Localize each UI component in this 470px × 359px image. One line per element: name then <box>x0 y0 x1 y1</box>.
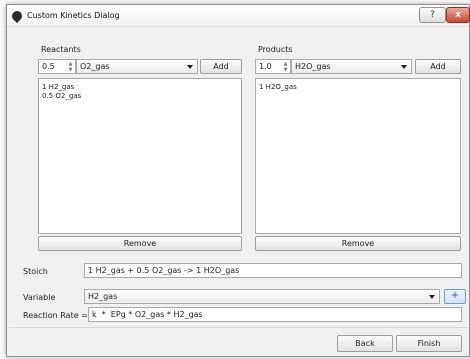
reaction-rate-field[interactable]: k * EPg * O2_gas * H2_gas <box>88 307 462 322</box>
products-heading: Products <box>258 45 293 54</box>
variable-label: Variable <box>23 293 56 302</box>
product-species-dropdown[interactable]: H2O_gas <box>291 59 412 74</box>
products-list[interactable]: 1 H2O_gas <box>255 78 461 234</box>
spin-arrows-icon[interactable]: ▲ ▼ <box>282 61 289 73</box>
spin-arrows-icon[interactable]: ▲ ▼ <box>67 61 74 73</box>
custom-kinetics-dialog: Custom Kinetics Dialog ? x Reactants 0.5… <box>6 4 470 357</box>
remove-product-button[interactable]: Remove <box>255 236 461 251</box>
add-reactant-button[interactable]: Add <box>200 59 242 74</box>
list-item[interactable]: 1 H2_gas <box>42 83 74 92</box>
reactant-species-value: O2_gas <box>80 62 110 71</box>
reaction-rate-label: Reaction Rate = <box>23 311 88 320</box>
stoich-label: Stoich <box>23 267 48 276</box>
reactant-coefficient-spinbox[interactable]: 0.5 ▲ ▼ <box>38 59 76 74</box>
chevron-down-icon <box>401 65 407 69</box>
chevron-down-icon <box>187 65 193 69</box>
help-button[interactable]: ? <box>419 7 446 23</box>
window-title: Custom Kinetics Dialog <box>27 11 120 20</box>
list-item[interactable]: 0.5 O2_gas <box>42 92 81 101</box>
product-coefficient-value: 1.0 <box>259 62 272 71</box>
reactants-list[interactable]: 1 H2_gas 0.5 O2_gas <box>38 78 242 234</box>
remove-reactant-button[interactable]: Remove <box>38 236 242 251</box>
title-bar: Custom Kinetics Dialog ? x <box>7 5 470 27</box>
add-variable-button[interactable]: + <box>444 289 466 304</box>
reactant-species-dropdown[interactable]: O2_gas <box>76 59 198 74</box>
finish-button[interactable]: Finish <box>396 335 462 352</box>
reaction-rate-value: k * EPg * O2_gas * H2_gas <box>92 310 203 319</box>
reactant-coefficient-value: 0.5 <box>42 62 55 71</box>
stoich-value: 1 H2_gas + 0.5 O2_gas -> 1 H2O_gas <box>88 266 240 275</box>
product-coefficient-spinbox[interactable]: 1.0 ▲ ▼ <box>255 59 291 74</box>
back-button[interactable]: Back <box>337 335 393 352</box>
variable-value: H2_gas <box>88 292 118 301</box>
variable-dropdown[interactable]: H2_gas <box>84 289 440 304</box>
reactants-heading: Reactants <box>41 45 81 54</box>
chevron-down-icon <box>429 295 435 299</box>
footer-separator <box>9 327 467 328</box>
add-product-button[interactable]: Add <box>415 59 461 74</box>
stoich-field[interactable]: 1 H2_gas + 0.5 O2_gas -> 1 H2O_gas <box>84 263 462 278</box>
app-icon <box>9 8 25 24</box>
close-button[interactable]: x <box>446 7 470 23</box>
product-species-value: H2O_gas <box>295 62 331 71</box>
list-item[interactable]: 1 H2O_gas <box>259 83 297 92</box>
